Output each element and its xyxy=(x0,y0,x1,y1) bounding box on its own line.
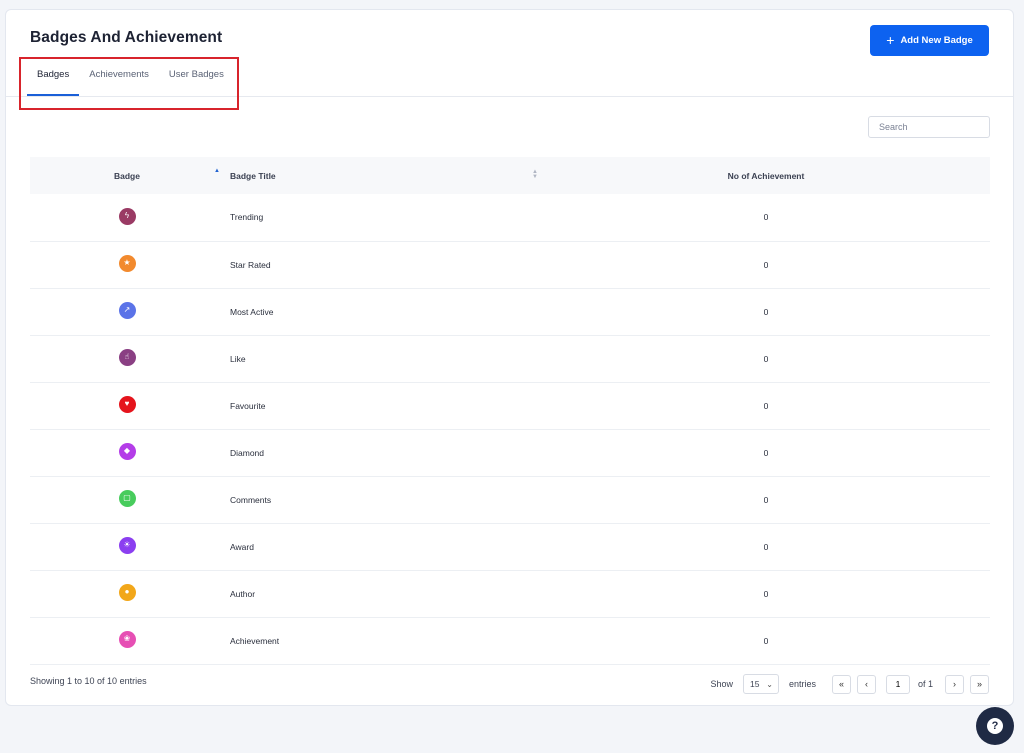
next-page-button[interactable]: › xyxy=(945,674,964,694)
first-page-button[interactable]: « xyxy=(831,674,851,694)
sort-ascending-icon[interactable]: ▲ xyxy=(214,168,220,174)
page-title: Badges And Achievement xyxy=(30,29,223,46)
lightning-icon: ϟ xyxy=(118,207,136,225)
badge-title-cell: Diamond xyxy=(230,447,265,458)
add-new-badge-label: Add New Badge xyxy=(900,35,973,46)
add-new-badge-button[interactable]: + Add New Badge xyxy=(870,25,989,56)
badges-table: Badge ▲ Badge Title ▲ ▼ No of Achievement… xyxy=(30,157,990,665)
achievement-count-cell: 0 xyxy=(763,212,769,223)
table-row: ▢ Comments 0 xyxy=(30,476,990,523)
tabs-highlight-box xyxy=(19,57,239,110)
page-size-select[interactable]: 15 ⌄ xyxy=(742,674,779,694)
badge-cell: ♥ xyxy=(30,382,224,429)
page-size-value: 15 xyxy=(749,679,760,689)
badge-cell: ☝ xyxy=(30,335,224,382)
badge-cell: ● xyxy=(30,570,224,617)
diamond-icon: ◆ xyxy=(118,442,136,460)
help-button[interactable]: ? xyxy=(976,707,1014,745)
plus-icon: + xyxy=(886,31,895,48)
column-header-badge: Badge ▲ xyxy=(30,157,224,194)
column-header-badge-title-label: Badge Title xyxy=(230,170,276,181)
badge-title-cell: Like xyxy=(230,353,246,364)
badge-cell: ▢ xyxy=(30,476,224,523)
pagination: Show 15 ⌄ entries « ‹ of 1 › » xyxy=(710,674,989,694)
achievement-count-cell: 0 xyxy=(763,541,769,552)
achievement-count-cell: 0 xyxy=(763,635,769,646)
badge-cell: ❀ xyxy=(30,617,224,664)
prev-page-button[interactable]: ‹ xyxy=(856,674,876,694)
star-icon: ★ xyxy=(118,254,136,272)
page-count-label: of 1 xyxy=(917,679,933,689)
column-header-no-of-achievement[interactable]: No of Achievement xyxy=(542,157,990,194)
table-row: ☝ Like 0 xyxy=(30,335,990,382)
badge-title-cell: Author xyxy=(230,588,256,599)
table-row: ◆ Diamond 0 xyxy=(30,429,990,476)
badge-cell: ☀ xyxy=(30,523,224,570)
last-page-button[interactable]: » xyxy=(970,674,989,694)
page-number-input[interactable] xyxy=(885,674,910,694)
table-row: ♥ Favourite 0 xyxy=(30,382,990,429)
search-input[interactable] xyxy=(868,116,990,138)
table-row: ● Author 0 xyxy=(30,570,990,617)
badge-title-cell: Trending xyxy=(230,212,264,223)
badge-title-cell: Star Rated xyxy=(230,259,271,270)
badge-title-cell: Award xyxy=(230,541,254,552)
badge-cell: ↗ xyxy=(30,288,224,335)
medal-icon: ❀ xyxy=(118,630,136,648)
badge-title-cell: Most Active xyxy=(230,306,274,317)
badge-title-cell: Comments xyxy=(230,494,272,505)
column-header-no-of-achievement-label: No of Achievement xyxy=(727,170,805,181)
column-header-badge-label: Badge xyxy=(114,170,140,181)
achievement-count-cell: 0 xyxy=(763,306,769,317)
table-header-row: Badge ▲ Badge Title ▲ ▼ No of Achievement xyxy=(30,157,990,194)
table-row: ☀ Award 0 xyxy=(30,523,990,570)
chevron-down-icon: ⌄ xyxy=(766,679,773,689)
badge-cell: ★ xyxy=(30,241,224,288)
badge-title-cell: Favourite xyxy=(230,400,266,411)
table-row: ★ Star Rated 0 xyxy=(30,241,990,288)
trophy-icon: ☀ xyxy=(118,536,136,554)
badge-title-cell: Achievement xyxy=(230,635,280,646)
achievement-count-cell: 0 xyxy=(763,588,769,599)
achievement-count-cell: 0 xyxy=(763,494,769,505)
achievement-count-cell: 0 xyxy=(763,259,769,270)
table-row: ϟ Trending 0 xyxy=(30,194,990,241)
badge-cell: ◆ xyxy=(30,429,224,476)
show-label: Show xyxy=(710,679,733,689)
user-icon: ● xyxy=(118,583,136,601)
achievement-count-cell: 0 xyxy=(763,447,769,458)
sort-icon[interactable]: ▲ ▼ xyxy=(532,169,538,180)
table-row: ↗ Most Active 0 xyxy=(30,288,990,335)
main-card: Badges And Achievement + Add New Badge B… xyxy=(5,9,1014,706)
table-row: ❀ Achievement 0 xyxy=(30,617,990,664)
question-icon: ? xyxy=(987,718,1003,734)
heart-icon: ♥ xyxy=(118,395,136,413)
entries-label: entries xyxy=(788,679,816,689)
column-header-badge-title[interactable]: Badge Title ▲ ▼ xyxy=(224,157,542,194)
comment-icon: ▢ xyxy=(118,489,136,507)
achievement-count-cell: 0 xyxy=(763,353,769,364)
badge-cell: ϟ xyxy=(30,194,224,241)
thumbs-up-icon: ☝ xyxy=(118,348,136,366)
achievement-count-cell: 0 xyxy=(763,400,769,411)
table-body: ϟ Trending 0 ★ Star Rated 0 ↗ Most Active 0 ☝ Like… xyxy=(30,194,990,664)
entries-info: Showing 1 to 10 of 10 entries xyxy=(30,676,147,686)
pin-icon: ↗ xyxy=(118,301,136,319)
